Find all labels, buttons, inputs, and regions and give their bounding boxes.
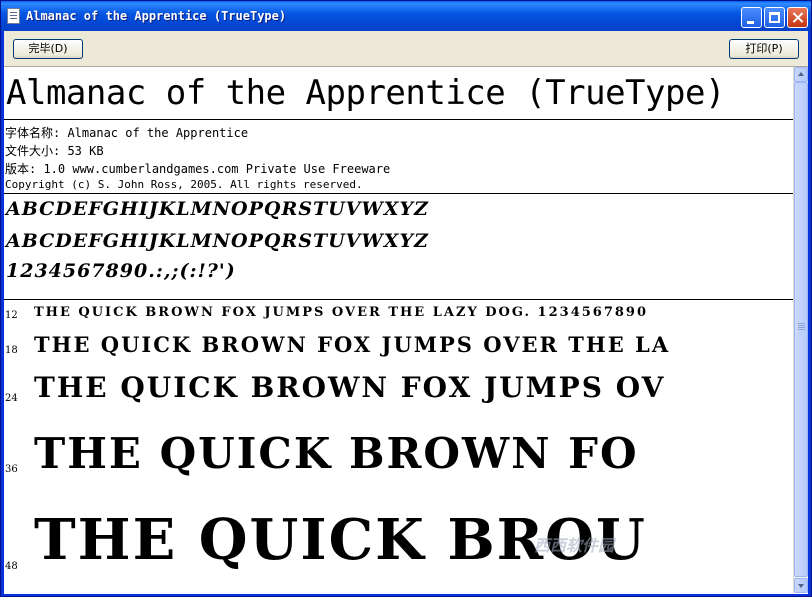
- window-title: Almanac of the Apprentice (TrueType): [26, 9, 287, 23]
- size-label: 48: [5, 561, 18, 572]
- divider: [4, 119, 793, 120]
- divider: [4, 193, 793, 194]
- watermark-logo: 西西软件园: [534, 532, 614, 556]
- scroll-up-arrow-icon[interactable]: [794, 67, 808, 82]
- version-line: 版本: 1.0 www.cumberlandgames.com Private …: [5, 162, 391, 176]
- charset-digits: 1234567890.:,;(:!?'): [6, 260, 236, 282]
- divider: [4, 299, 793, 300]
- charset-uppercase-1: ABCDEFGHIJKLMNOPQRSTUVWXYZ: [6, 198, 429, 220]
- font-display-name: Almanac of the Apprentice (TrueType): [6, 73, 725, 113]
- sample-line-18: THE QUICK BROWN FOX JUMPS OVER THE LA: [34, 332, 671, 357]
- preview-content: Almanac of the Apprentice (TrueType) 字体名…: [4, 67, 793, 593]
- font-preview-pane: Almanac of the Apprentice (TrueType) 字体名…: [4, 66, 808, 594]
- size-label: 24: [5, 393, 18, 404]
- charset-uppercase-2: ABCDEFGHIJKLMNOPQRSTUVWXYZ: [6, 230, 429, 252]
- minimize-button[interactable]: [741, 7, 762, 28]
- sample-line-36: THE QUICK BROWN FO: [34, 429, 639, 478]
- scroll-thumb[interactable]: [794, 82, 808, 577]
- sample-line-12: THE QUICK BROWN FOX JUMPS OVER THE LAZY …: [34, 305, 649, 320]
- watermark-text: 西西软件园: [534, 536, 615, 555]
- maximize-button[interactable]: [764, 7, 785, 28]
- close-button[interactable]: [787, 7, 808, 28]
- scroll-down-arrow-icon[interactable]: [794, 578, 808, 593]
- grip-icon: [798, 323, 805, 324]
- sample-line-24: THE QUICK BROWN FOX JUMPS OV: [34, 371, 666, 404]
- copyright-line: Copyright (c) S. John Ross, 2005. All ri…: [5, 178, 363, 191]
- document-icon: [7, 8, 20, 24]
- file-size-line: 文件大小: 53 KB: [5, 144, 104, 158]
- done-button[interactable]: 完毕(D): [13, 39, 83, 59]
- client-area: 完毕(D) 打印(P) Almanac of the Apprentice (T…: [4, 31, 808, 594]
- size-label: 12: [5, 310, 18, 321]
- size-label: 18: [5, 345, 18, 356]
- font-name-line: 字体名称: Almanac of the Apprentice: [5, 126, 249, 140]
- vertical-scrollbar[interactable]: [793, 67, 808, 593]
- title-bar[interactable]: Almanac of the Apprentice (TrueType): [1, 1, 811, 31]
- size-label: 36: [5, 464, 18, 475]
- font-viewer-window: Almanac of the Apprentice (TrueType) 完毕(…: [0, 0, 812, 597]
- print-button[interactable]: 打印(P): [729, 39, 799, 59]
